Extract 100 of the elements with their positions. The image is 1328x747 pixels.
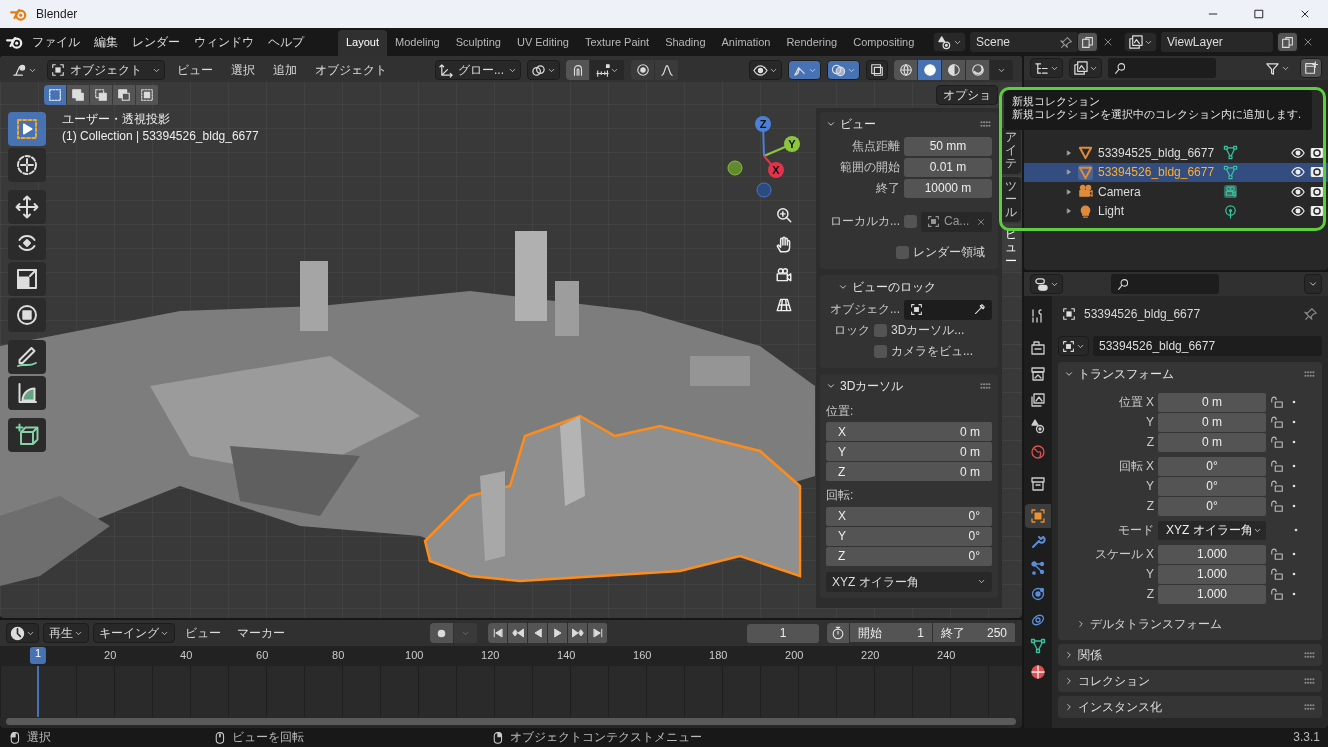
menu-item[interactable]: ビュー — [179, 624, 227, 643]
name-field[interactable]: 53394526_bldg_6677 — [1093, 336, 1322, 356]
axis-handle[interactable]: Z — [755, 116, 771, 157]
frame-field[interactable]: 1 — [747, 623, 819, 643]
frame-number: 60 — [256, 649, 269, 663]
options-dropdown[interactable]: オプショ — [936, 85, 998, 105]
field-label: ローカルカ... — [829, 214, 900, 229]
number-field[interactable]: Z 0° — [826, 546, 992, 566]
number-field[interactable]: 0° — [1158, 496, 1266, 516]
frame-number: 160 — [633, 649, 652, 663]
number-field[interactable]: 0.01 m — [904, 158, 992, 177]
status-hint: オブジェクトコンテクストメニュー — [510, 730, 702, 745]
number-field[interactable]: 0 m — [1158, 432, 1266, 452]
scene-field[interactable]: Scene — [970, 32, 1078, 52]
mode-dropdown[interactable]: オブジェクト — [47, 60, 165, 80]
workspace-tab[interactable]: Texture Paint — [576, 30, 658, 56]
menu-item[interactable]: ウィンドウ — [188, 32, 260, 52]
menu-item[interactable]: レンダー — [126, 32, 186, 52]
outliner-row[interactable]: 53394526_bldg_6677 — [1024, 162, 1328, 182]
field-label: 位置 X — [1117, 394, 1154, 410]
current-frame-marker[interactable]: 1 — [29, 647, 47, 665]
number-field[interactable]: 0° — [1158, 476, 1266, 496]
panel-title[interactable]: トランスフォーム — [1078, 366, 1174, 382]
workspace-tab[interactable]: Sculpting — [447, 30, 509, 56]
view-layer-field[interactable]: ViewLayer — [1161, 32, 1273, 52]
menu-item[interactable]: マーカー — [231, 624, 291, 643]
number-field[interactable]: 1.000 — [1158, 584, 1266, 604]
checkbox-label: 3Dカーソル... — [891, 323, 965, 338]
menu-item[interactable]: オブジェクト — [309, 60, 393, 80]
number-field[interactable]: 0° — [1158, 456, 1266, 476]
view-info: (1) Collection | 53394526_bldg_6677 — [62, 129, 260, 144]
frame-range-field[interactable]: 開始 1 — [850, 623, 932, 643]
outliner-row[interactable]: 53394525_bldg_6677 — [1024, 143, 1328, 163]
field-label: Y — [1145, 414, 1154, 430]
number-field[interactable]: 0 m — [1158, 392, 1266, 412]
number-field[interactable]: Y 0 m — [826, 442, 992, 462]
rotation-mode-dropdown[interactable]: XYZ オイラー角 — [826, 571, 992, 592]
field-label: Z — [1145, 434, 1154, 450]
outliner-item-name[interactable]: 53394526_bldg_6677 — [1098, 165, 1218, 180]
tooltip-text: 新規コレクションを選択中のコレクション内に追加します. — [1012, 108, 1303, 122]
sidebar-tab[interactable]: アイテ — [1002, 128, 1021, 174]
workspace-tab[interactable]: Modeling — [387, 30, 448, 56]
number-field[interactable]: X 0° — [826, 506, 992, 526]
panel-title[interactable]: ビュー — [840, 116, 876, 132]
menu-item[interactable]: 選択 — [225, 60, 261, 80]
number-field[interactable]: 0 m — [1158, 412, 1266, 432]
panel-title[interactable]: 3Dカーソル — [840, 378, 904, 394]
orientation-dropdown[interactable]: グロー... — [435, 60, 521, 80]
frame-number: 100 — [405, 649, 424, 663]
outliner-item-name[interactable]: Light — [1098, 204, 1218, 219]
frame-number: 40 — [180, 649, 193, 663]
frame-number: 240 — [937, 649, 956, 663]
workspace-tab[interactable]: Rendering — [778, 30, 846, 56]
number-field[interactable]: 10000 m — [904, 179, 992, 198]
number-field[interactable]: Z 0 m — [826, 462, 992, 482]
outliner-item-name[interactable]: Camera — [1098, 184, 1218, 199]
subpanel-title[interactable]: デルタトランスフォーム — [1090, 616, 1222, 632]
frame-number: 220 — [861, 649, 880, 663]
number-field[interactable]: 1.000 — [1158, 564, 1266, 584]
collapsed-panel[interactable]: コレクション — [1058, 670, 1322, 692]
field-label: 焦点距離 — [851, 139, 900, 154]
collapsed-panel[interactable]: インスタンス化 — [1058, 696, 1322, 718]
outliner-row[interactable]: Light — [1024, 201, 1328, 221]
menu-dropdown[interactable]: キーイング — [93, 623, 175, 644]
number-field[interactable]: X 0 m — [826, 422, 992, 442]
menu-item[interactable]: ヘルプ — [262, 32, 310, 52]
frame-number: 180 — [709, 649, 728, 663]
frame-range-field[interactable]: 終了 250 — [933, 623, 1015, 643]
workspace-tab[interactable]: Compositing — [845, 30, 923, 56]
collapsed-panel[interactable]: 関係 — [1058, 644, 1322, 666]
field-label: Y — [1145, 478, 1154, 494]
rotation-mode-dropdown[interactable]: XYZ オイラー角 — [1158, 520, 1266, 540]
number-field[interactable]: Y 0° — [826, 526, 992, 546]
menu-item[interactable]: 編集 — [88, 32, 124, 52]
outliner-item-name[interactable]: 53394525_bldg_6677 — [1098, 145, 1218, 160]
axis-handle[interactable]: Y — [763, 136, 800, 157]
sidebar-tab[interactable]: ツール — [1002, 176, 1021, 223]
field-label: モード — [1117, 522, 1154, 538]
window-title: Blender — [36, 6, 78, 22]
field-label: Z — [1145, 498, 1154, 514]
workspace-tab[interactable]: UV Editing — [508, 30, 577, 56]
menu-item[interactable]: 追加 — [267, 60, 303, 80]
field-label: 終了 — [875, 181, 900, 196]
number-field[interactable]: 50 mm — [904, 137, 992, 156]
frame-number: 20 — [104, 649, 117, 663]
workspace-tab[interactable]: Animation — [713, 30, 779, 56]
frame-number: 80 — [332, 649, 345, 663]
tooltip-title: 新規コレクション — [1012, 95, 1101, 109]
workspace-tab[interactable]: Layout — [338, 30, 388, 56]
panel-title[interactable]: ビューのロック — [852, 279, 936, 295]
object-field[interactable]: Ca... — [921, 211, 992, 232]
number-field[interactable]: 1.000 — [1158, 544, 1266, 564]
frame-number: 140 — [557, 649, 576, 663]
object-name: 53394526_bldg_6677 — [1084, 306, 1201, 322]
workspace-tab[interactable]: Shading — [657, 30, 714, 56]
menu-dropdown[interactable]: 再生 — [43, 623, 89, 644]
field-label: Y — [1145, 566, 1154, 582]
menu-item[interactable]: ビュー — [171, 60, 219, 80]
outliner-row[interactable]: Camera — [1024, 182, 1328, 202]
menu-item[interactable]: ファイル — [26, 32, 86, 52]
